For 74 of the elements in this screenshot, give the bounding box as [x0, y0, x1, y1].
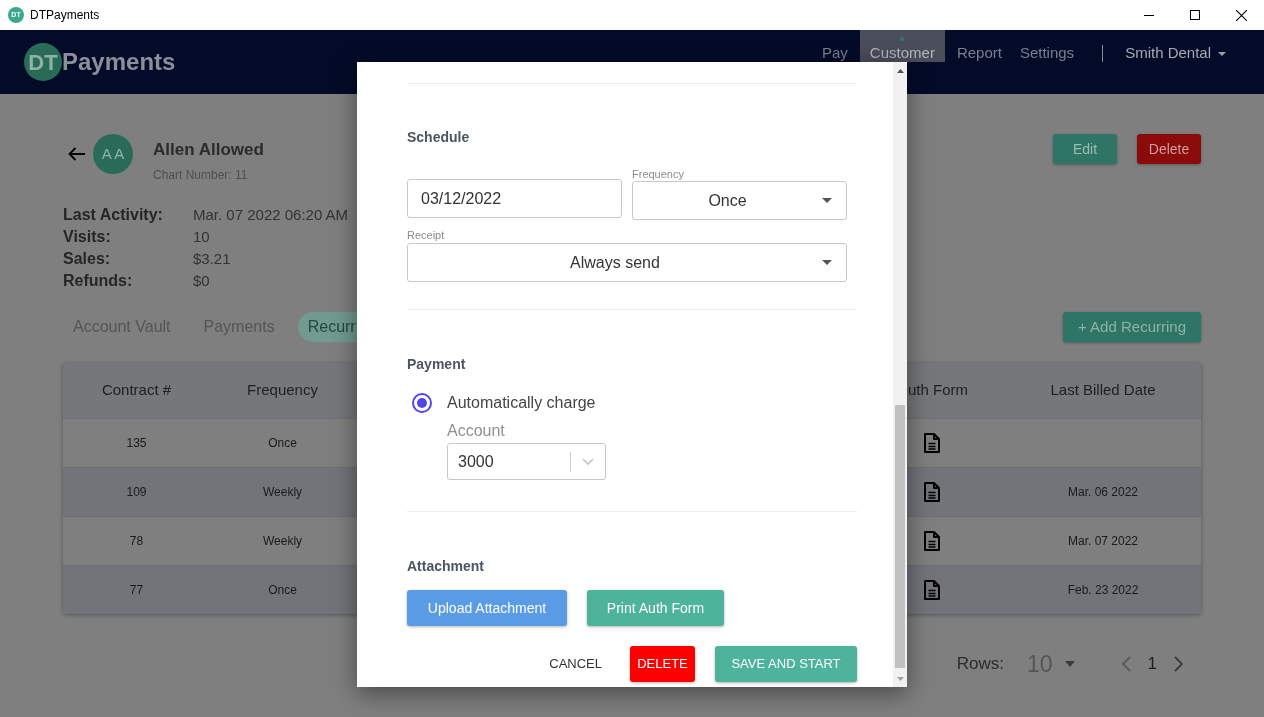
- stat-value: 10: [193, 227, 210, 247]
- table-cell-text: 78: [129, 533, 144, 550]
- edit-button[interactable]: Edit: [1053, 134, 1117, 164]
- nav-item[interactable]: Report: [950, 45, 1008, 61]
- scroll-up-icon[interactable]: [896, 68, 904, 73]
- logo-badge: DT: [24, 43, 62, 81]
- account-menu[interactable]: Smith Dental: [1125, 42, 1211, 65]
- page-number[interactable]: 1: [1147, 651, 1157, 677]
- avatar: A A: [93, 134, 133, 174]
- scrollbar-thumb[interactable]: [895, 405, 905, 668]
- maximize-icon[interactable]: [1190, 10, 1200, 20]
- caret-down-icon: [822, 198, 832, 203]
- caret-down-icon: [1218, 51, 1226, 56]
- column-header: Contract #: [101, 380, 172, 401]
- table-cell-text: 135: [126, 435, 147, 452]
- table-cell-text: Mar. 06 2022: [1067, 484, 1139, 501]
- table-cell-text: Weekly: [262, 484, 303, 501]
- nav-item[interactable]: Customer: [859, 30, 945, 62]
- field-label: Frequency: [632, 167, 684, 181]
- account-select[interactable]: 3000: [447, 443, 606, 480]
- document-icon[interactable]: [924, 580, 940, 600]
- table-cell-text: 77: [129, 582, 144, 599]
- active-dot-icon: [900, 37, 905, 41]
- stat-value: $3.21: [193, 249, 231, 269]
- stat-label: Last Activity:: [63, 205, 163, 225]
- date-field[interactable]: 03/12/2022: [407, 179, 622, 218]
- tab[interactable]: Recurr: [297, 312, 359, 342]
- upload-attachment-button[interactable]: Upload Attachment: [407, 590, 567, 626]
- stat-value: Mar. 07 2022 06:20 AM: [193, 205, 349, 225]
- nav-item[interactable]: Pay: [816, 45, 854, 61]
- section-title: Schedule: [407, 128, 470, 146]
- column-header: Last Billed Date: [1050, 380, 1156, 401]
- caret-down-icon: [1064, 661, 1075, 667]
- caret-down-icon: [822, 260, 832, 265]
- window-title: DTPayments: [30, 7, 100, 24]
- section-title: Payment: [407, 355, 466, 373]
- section-title: Attachment: [407, 557, 484, 575]
- frequency-select[interactable]: Once: [632, 181, 847, 220]
- add-recurring-button[interactable]: + Add Recurring: [1063, 312, 1201, 342]
- nav-item[interactable]: Settings: [1013, 45, 1081, 61]
- customer-name: Allen Allowed: [153, 140, 264, 160]
- document-icon[interactable]: [924, 433, 940, 453]
- column-header: Frequency: [247, 380, 318, 401]
- radio-button[interactable]: [412, 393, 432, 413]
- document-icon[interactable]: [924, 531, 940, 551]
- chevron-down-icon: [582, 458, 594, 465]
- table-cell-text: Mar. 07 2022: [1067, 533, 1139, 550]
- table-cell-text: Weekly: [262, 533, 303, 550]
- field-label: Account: [447, 422, 505, 440]
- table-cell-text: Once: [268, 582, 297, 599]
- cancel-button[interactable]: CANCEL: [541, 646, 610, 682]
- stat-value: $0: [193, 271, 210, 291]
- logo-text: Payments: [62, 47, 176, 77]
- stat-label: Sales:: [63, 249, 111, 269]
- table-cell-text: Once: [268, 435, 297, 452]
- scrollbar[interactable]: [893, 62, 907, 687]
- close-icon[interactable]: [1235, 9, 1247, 21]
- column-header: uth Form: [907, 380, 968, 401]
- table-cell-text: Feb. 23 2022: [1067, 582, 1139, 599]
- print-auth-form-button[interactable]: Print Auth Form: [587, 590, 724, 626]
- delete-button[interactable]: DELETE: [630, 646, 695, 682]
- back-arrow-icon[interactable]: [68, 147, 85, 161]
- delete-button[interactable]: Delete: [1137, 134, 1201, 164]
- radio-label: Automatically charge: [447, 393, 596, 413]
- stat-label: Refunds:: [63, 271, 133, 291]
- rows-label: Rows:: [956, 653, 1004, 676]
- receipt-select[interactable]: Always send: [407, 243, 847, 282]
- minimize-icon[interactable]: [1144, 14, 1154, 16]
- stat-label: Visits:: [63, 227, 111, 247]
- chevron-right-icon[interactable]: [1174, 656, 1183, 672]
- save-and-start-button[interactable]: SAVE AND START: [715, 646, 857, 682]
- document-icon[interactable]: [924, 482, 940, 502]
- table-cell-text: 109: [126, 484, 147, 501]
- field-label: Receipt: [407, 228, 445, 242]
